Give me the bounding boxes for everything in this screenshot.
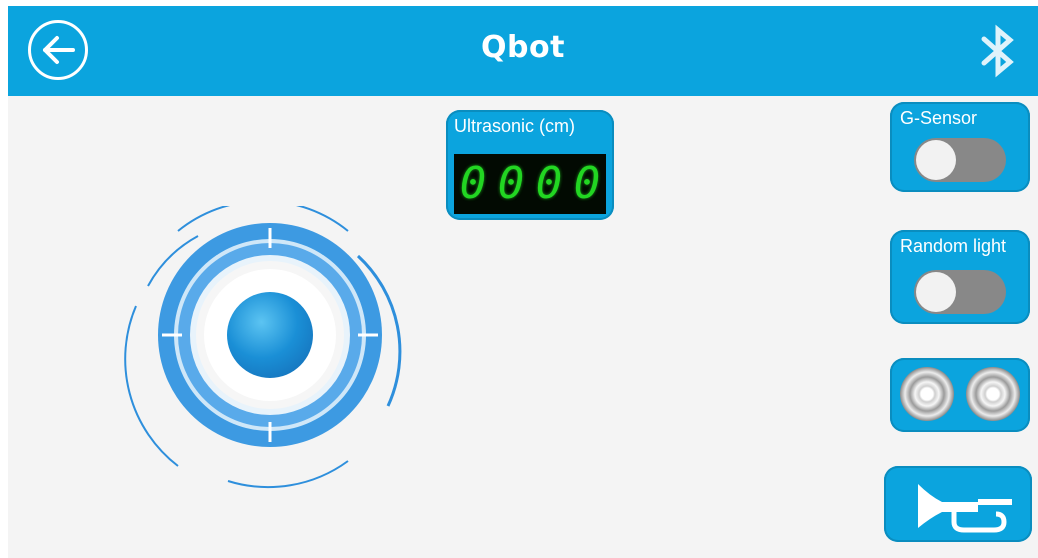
toggle-knob [916, 272, 956, 312]
joystick[interactable] [118, 206, 408, 496]
app-screen: Qbot Ultrasonic (cm) 0 0 0 0 G-Sensor Ra… [8, 6, 1038, 558]
g-sensor-toggle[interactable] [914, 138, 1006, 182]
segment-digit: 0 [497, 158, 525, 209]
left-light-button[interactable] [900, 367, 954, 421]
joystick-knob[interactable] [227, 292, 313, 378]
segment-digit: 0 [573, 158, 601, 209]
bluetooth-icon [981, 24, 1014, 78]
random-light-label: Random light [900, 236, 1007, 256]
random-light-panel: Random light [890, 230, 1030, 324]
segment-digit: 0 [459, 158, 487, 209]
random-light-toggle[interactable] [914, 270, 1006, 314]
right-light-button[interactable] [966, 367, 1020, 421]
top-bar: Qbot [8, 6, 1038, 96]
lights-panel [890, 358, 1030, 432]
seven-segment-display: 0 0 0 0 [454, 154, 606, 214]
screen-frame: Qbot Ultrasonic (cm) 0 0 0 0 G-Sensor Ra… [0, 0, 1038, 558]
segment-digit: 0 [535, 158, 563, 209]
bluetooth-button[interactable] [976, 24, 1020, 78]
toggle-knob [916, 140, 956, 180]
horn-icon [918, 484, 1012, 533]
ultrasonic-label: Ultrasonic (cm) [454, 116, 576, 136]
ultrasonic-display: Ultrasonic (cm) 0 0 0 0 [446, 110, 614, 220]
app-title: Qbot [481, 30, 565, 65]
horn-button[interactable] [884, 466, 1032, 542]
g-sensor-panel: G-Sensor [890, 102, 1030, 192]
g-sensor-label: G-Sensor [900, 108, 978, 128]
